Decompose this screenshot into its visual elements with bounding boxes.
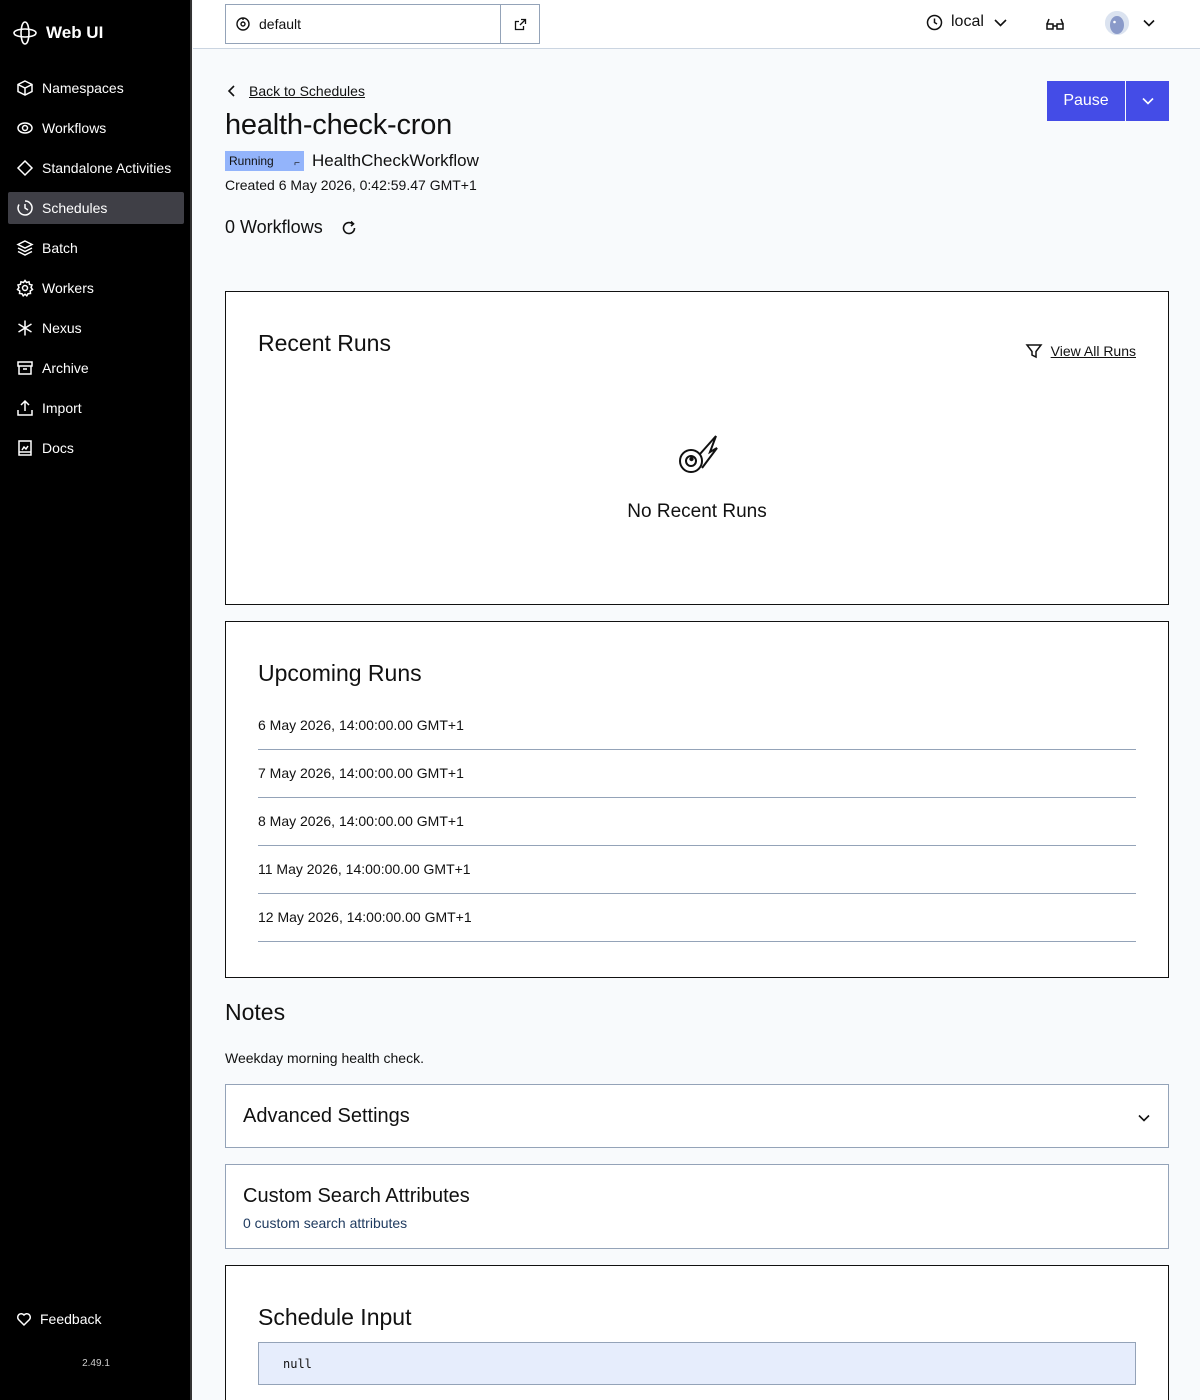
schedule-input-code[interactable]: null (258, 1342, 1136, 1385)
notes-title: Notes (225, 999, 286, 1025)
sidebar-item-label: Schedules (42, 200, 108, 216)
sidebar-item-archive[interactable]: Archive (8, 352, 184, 384)
feedback-label: Feedback (40, 1311, 102, 1327)
sidebar-item-label: Nexus (42, 320, 82, 336)
refresh-icon[interactable] (341, 220, 357, 236)
workflows-icon (17, 122, 33, 134)
workflow-count-label: 0 Workflows (225, 217, 323, 237)
chevron-left-icon (227, 85, 235, 97)
docs-icon (18, 440, 32, 456)
sidebar-item-label: Docs (42, 440, 74, 456)
notes-text: Weekday morning health check. (225, 1050, 424, 1066)
sidebar-item-workflows[interactable]: Workflows (8, 112, 184, 144)
sidebar-item-label: Workers (42, 280, 94, 296)
chevron-down-icon (994, 18, 1007, 27)
advanced-settings-accordion[interactable]: Advanced Settings (225, 1084, 1169, 1148)
sidebar-item-batch[interactable]: Batch (8, 232, 184, 264)
app-title: Web UI (46, 23, 104, 42)
recent-runs-card: Recent Runs View All Runs No Recent Runs (225, 291, 1169, 605)
namespace-icon (236, 17, 250, 31)
comet-icon (679, 435, 718, 473)
filter-icon (1025, 344, 1043, 359)
advanced-settings-title: Advanced Settings (243, 1105, 410, 1127)
list-item: 7 May 2026, 14:00:00.00 GMT+1 (258, 750, 1136, 798)
app-brand[interactable]: Web UI (12, 20, 103, 46)
upcoming-runs-card: Upcoming Runs 6 May 2026, 14:00:00.00 GM… (225, 621, 1169, 978)
feedback-link[interactable]: Feedback (16, 1311, 101, 1327)
list-item: 12 May 2026, 14:00:00.00 GMT+1 (258, 894, 1136, 942)
gear-icon (16, 279, 34, 297)
clock-icon (926, 14, 943, 30)
sidebar-item-label: Workflows (42, 120, 107, 136)
sidebar-item-label: Namespaces (42, 80, 124, 96)
upload-icon (17, 399, 33, 416)
external-link-icon (514, 18, 526, 30)
chevron-down-icon (1143, 19, 1155, 27)
nexus-icon (18, 320, 32, 336)
sidebar-item-workers[interactable]: Workers (8, 272, 184, 304)
status-badge: Running ⌐ (225, 151, 304, 171)
schedule-input-card: Schedule Input null (225, 1265, 1169, 1400)
schedules-icon (17, 200, 33, 216)
status-label: Running (229, 154, 274, 168)
page-title: health-check-cron (225, 109, 453, 141)
sidebar-item-schedules[interactable]: Schedules (8, 192, 184, 224)
sidebar-item-standalone-activities[interactable]: Standalone Activities (8, 152, 184, 184)
view-all-runs-link[interactable]: View All Runs (1025, 342, 1136, 360)
app-version: 2.49.1 (82, 1358, 110, 1369)
custom-search-attributes-count: 0 custom search attributes (243, 1215, 408, 1231)
sidebar-item-namespaces[interactable]: Namespaces (8, 72, 184, 104)
glasses-icon[interactable] (1045, 15, 1065, 33)
workflow-type: HealthCheckWorkflow (312, 151, 479, 170)
temporal-logo-icon (13, 21, 37, 45)
custom-search-attributes-panel: Custom Search Attributes 0 custom search… (225, 1164, 1169, 1249)
sidebar-item-import[interactable]: Import (8, 392, 184, 424)
sidebar-item-label: Import (42, 400, 82, 416)
list-item: 6 May 2026, 14:00:00.00 GMT+1 (258, 702, 1136, 750)
schedule-input-title: Schedule Input (258, 1304, 412, 1330)
upcoming-runs-list: 6 May 2026, 14:00:00.00 GMT+1 7 May 2026… (258, 702, 1136, 942)
user-menu[interactable] (1105, 11, 1157, 35)
avatar (1105, 11, 1129, 35)
list-item: 11 May 2026, 14:00:00.00 GMT+1 (258, 846, 1136, 894)
top-bar: default local (193, 0, 1200, 49)
sidebar-item-nexus[interactable]: Nexus (8, 312, 184, 344)
chevron-down-icon (1138, 1114, 1150, 1122)
upcoming-runs-title: Upcoming Runs (258, 660, 422, 686)
sidebar-item-docs[interactable]: Docs (8, 432, 184, 464)
diamond-icon (16, 159, 34, 177)
sidebar-item-label: Batch (42, 240, 78, 256)
sidebar: Web UI Namespaces Workflows Standalone A… (0, 0, 192, 1400)
sidebar-item-label: Archive (42, 360, 89, 376)
pause-button-group: Pause (1047, 81, 1169, 121)
cube-icon (17, 80, 33, 96)
workflow-count: 0 Workflows (225, 217, 357, 238)
view-all-runs-label: View All Runs (1050, 343, 1136, 359)
layers-icon (16, 240, 34, 256)
heart-icon (16, 1312, 32, 1327)
sidebar-nav: Namespaces Workflows Standalone Activiti… (8, 72, 184, 472)
chevron-down-icon (1141, 97, 1154, 105)
schedule-actions-menu-button[interactable] (1126, 81, 1169, 121)
pause-button[interactable]: Pause (1047, 81, 1125, 121)
archive-icon (17, 361, 33, 375)
created-timestamp: Created 6 May 2026, 0:42:59.47 GMT+1 (225, 177, 477, 193)
back-label: Back to Schedules (249, 83, 365, 99)
namespace-selector[interactable]: default (225, 4, 540, 44)
empty-state-text: No Recent Runs (627, 501, 767, 522)
namespace-name: default (259, 16, 302, 32)
custom-search-attributes-title: Custom Search Attributes (243, 1185, 470, 1207)
corner-icon: ⌐ (294, 158, 300, 169)
schedule-status-row: Running ⌐ HealthCheckWorkflow (225, 151, 479, 171)
timezone-selector[interactable]: local (926, 13, 1009, 31)
list-item: 8 May 2026, 14:00:00.00 GMT+1 (258, 798, 1136, 846)
timezone-label: local (951, 13, 984, 30)
avatar-image-icon (1105, 11, 1129, 35)
recent-runs-title: Recent Runs (258, 330, 391, 356)
sidebar-item-label: Standalone Activities (42, 160, 172, 176)
back-to-schedules-link[interactable]: Back to Schedules (225, 83, 365, 99)
open-namespace-button[interactable] (500, 5, 539, 43)
